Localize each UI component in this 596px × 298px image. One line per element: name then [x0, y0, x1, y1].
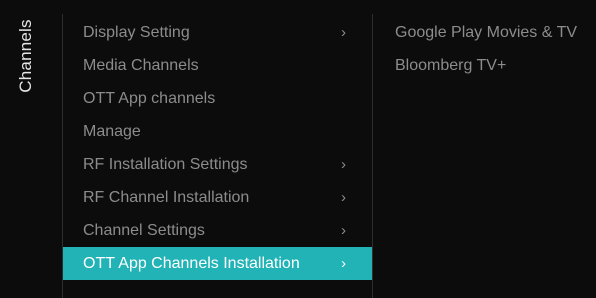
menu-item-label: Display Setting: [83, 24, 190, 41]
menu-item-manage[interactable]: Manage: [63, 115, 372, 148]
menu-item-media-channels[interactable]: Media Channels: [63, 49, 372, 82]
menu-item-rf-installation-settings[interactable]: RF Installation Settings ›: [63, 148, 372, 181]
chevron-right-icon: ›: [341, 156, 346, 173]
side-tab-label: Channels: [16, 19, 35, 93]
submenu-item-bloomberg-tv[interactable]: Bloomberg TV+: [375, 49, 596, 82]
menu-item-label: Channel Settings: [83, 222, 205, 239]
menu-item-ott-app-channels-installation[interactable]: OTT App Channels Installation ›: [63, 247, 372, 280]
menu-item-channel-settings[interactable]: Channel Settings ›: [63, 214, 372, 247]
chevron-right-icon: ›: [341, 24, 346, 41]
settings-menu: Display Setting › Media Channels OTT App…: [63, 16, 372, 280]
ott-app-submenu: Google Play Movies & TV Bloomberg TV+: [375, 16, 596, 82]
chevron-right-icon: ›: [341, 222, 346, 239]
submenu-item-google-play-movies[interactable]: Google Play Movies & TV: [375, 16, 596, 49]
submenu-item-label: Bloomberg TV+: [395, 57, 507, 74]
menu-item-display-setting[interactable]: Display Setting ›: [63, 16, 372, 49]
tv-settings-screen: Channels Display Setting › Media Channel…: [0, 0, 596, 298]
chevron-right-icon: ›: [341, 189, 346, 206]
menu-item-label: Manage: [83, 123, 141, 140]
menu-item-ott-app-channels[interactable]: OTT App channels: [63, 82, 372, 115]
menu-item-label: Media Channels: [83, 57, 199, 74]
menu-item-rf-channel-installation[interactable]: RF Channel Installation ›: [63, 181, 372, 214]
channels-side-tab[interactable]: Channels: [0, 0, 52, 298]
menu-item-label: RF Channel Installation: [83, 189, 250, 206]
submenu-item-label: Google Play Movies & TV: [395, 24, 578, 41]
menu-item-label: OTT App Channels Installation: [83, 255, 300, 272]
menu-item-label: RF Installation Settings: [83, 156, 248, 173]
chevron-right-icon: ›: [341, 255, 346, 272]
right-divider: [372, 14, 373, 298]
menu-item-label: OTT App channels: [83, 90, 216, 107]
